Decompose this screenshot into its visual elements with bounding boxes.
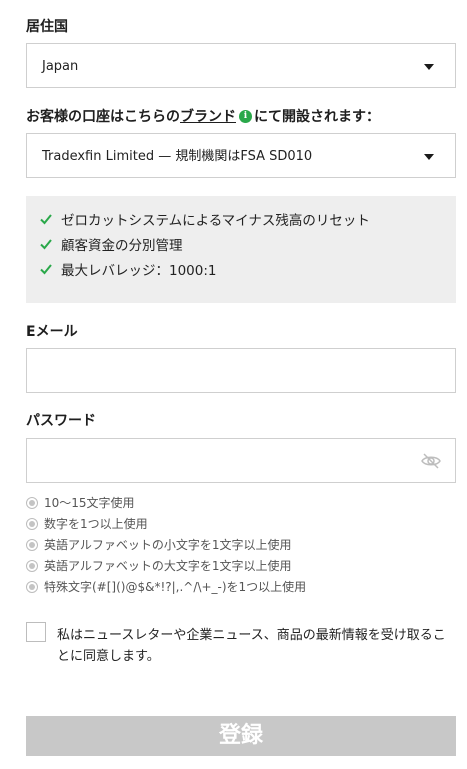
brand-label-prefix: お客様の口座はこちらの <box>26 109 180 125</box>
feature-text: 顧客資金の分別管理 <box>61 238 183 254</box>
rule-text: 英語アルファベットの小文字を1文字以上使用 <box>44 538 292 552</box>
password-rule: 数字を1つ以上使用 <box>26 515 148 532</box>
feature-item: ゼロカットシステムによるマイナス残高のリセット <box>40 209 370 229</box>
feature-item: 最大レバレッジ：1000:1 <box>40 259 217 279</box>
email-field[interactable] <box>26 348 456 393</box>
rule-indicator-icon <box>26 580 38 593</box>
password-rule: 特殊文字(#[]()@$&*!?|,.^/\+_-)を1つ以上使用 <box>26 578 306 595</box>
eye-off-icon[interactable] <box>421 452 441 470</box>
check-icon <box>40 264 52 275</box>
newsletter-checkbox[interactable] <box>26 622 46 642</box>
rule-indicator-icon <box>26 496 38 509</box>
info-icon[interactable]: i <box>239 109 252 123</box>
chevron-down-icon <box>424 64 434 70</box>
feature-item: 顧客資金の分別管理 <box>40 234 183 254</box>
rule-text: 英語アルファベットの大文字を1文字以上使用 <box>44 559 292 573</box>
email-label: Eメール <box>26 324 78 340</box>
feature-text: 最大レバレッジ：1000:1 <box>61 263 217 279</box>
rule-text: 10〜15文字使用 <box>44 496 135 510</box>
residence-select[interactable]: Japan <box>26 43 456 88</box>
check-icon <box>40 239 52 250</box>
password-label: パスワード <box>26 413 96 429</box>
rule-indicator-icon <box>26 517 38 530</box>
register-button[interactable]: 登録 <box>26 716 456 756</box>
password-rule: 10〜15文字使用 <box>26 494 135 511</box>
password-field[interactable] <box>26 438 456 483</box>
residence-value: Japan <box>42 59 79 74</box>
brand-label-suffix: にて開設されます： <box>254 109 380 125</box>
residence-label: 居住国 <box>26 19 68 35</box>
password-rule: 英語アルファベットの小文字を1文字以上使用 <box>26 536 292 553</box>
newsletter-text: 私はニュースレターや企業ニュース、商品の最新情報を受け取ることに同意します。 <box>57 628 446 664</box>
chevron-down-icon <box>424 154 434 160</box>
rule-indicator-icon <box>26 538 38 551</box>
rule-text: 特殊文字(#[]()@$&*!?|,.^/\+_-)を1つ以上使用 <box>44 580 307 594</box>
features-panel: ゼロカットシステムによるマイナス残高のリセット 顧客資金の分別管理 最大レバレッ… <box>26 196 456 303</box>
password-rule: 英語アルファベットの大文字を1文字以上使用 <box>26 557 292 574</box>
brand-link[interactable]: ブランド <box>180 106 236 126</box>
check-icon <box>40 214 52 225</box>
rule-indicator-icon <box>26 559 38 572</box>
brand-select[interactable]: Tradexfin Limited — 規制機関はFSA SD010 <box>26 133 456 178</box>
rule-text: 数字を1つ以上使用 <box>44 517 148 531</box>
feature-text: ゼロカットシステムによるマイナス残高のリセット <box>61 213 370 229</box>
brand-value: Tradexfin Limited — 規制機関はFSA SD010 <box>42 149 313 164</box>
brand-label: お客様の口座はこちらの ブランド i にて開設されます： <box>26 106 380 126</box>
